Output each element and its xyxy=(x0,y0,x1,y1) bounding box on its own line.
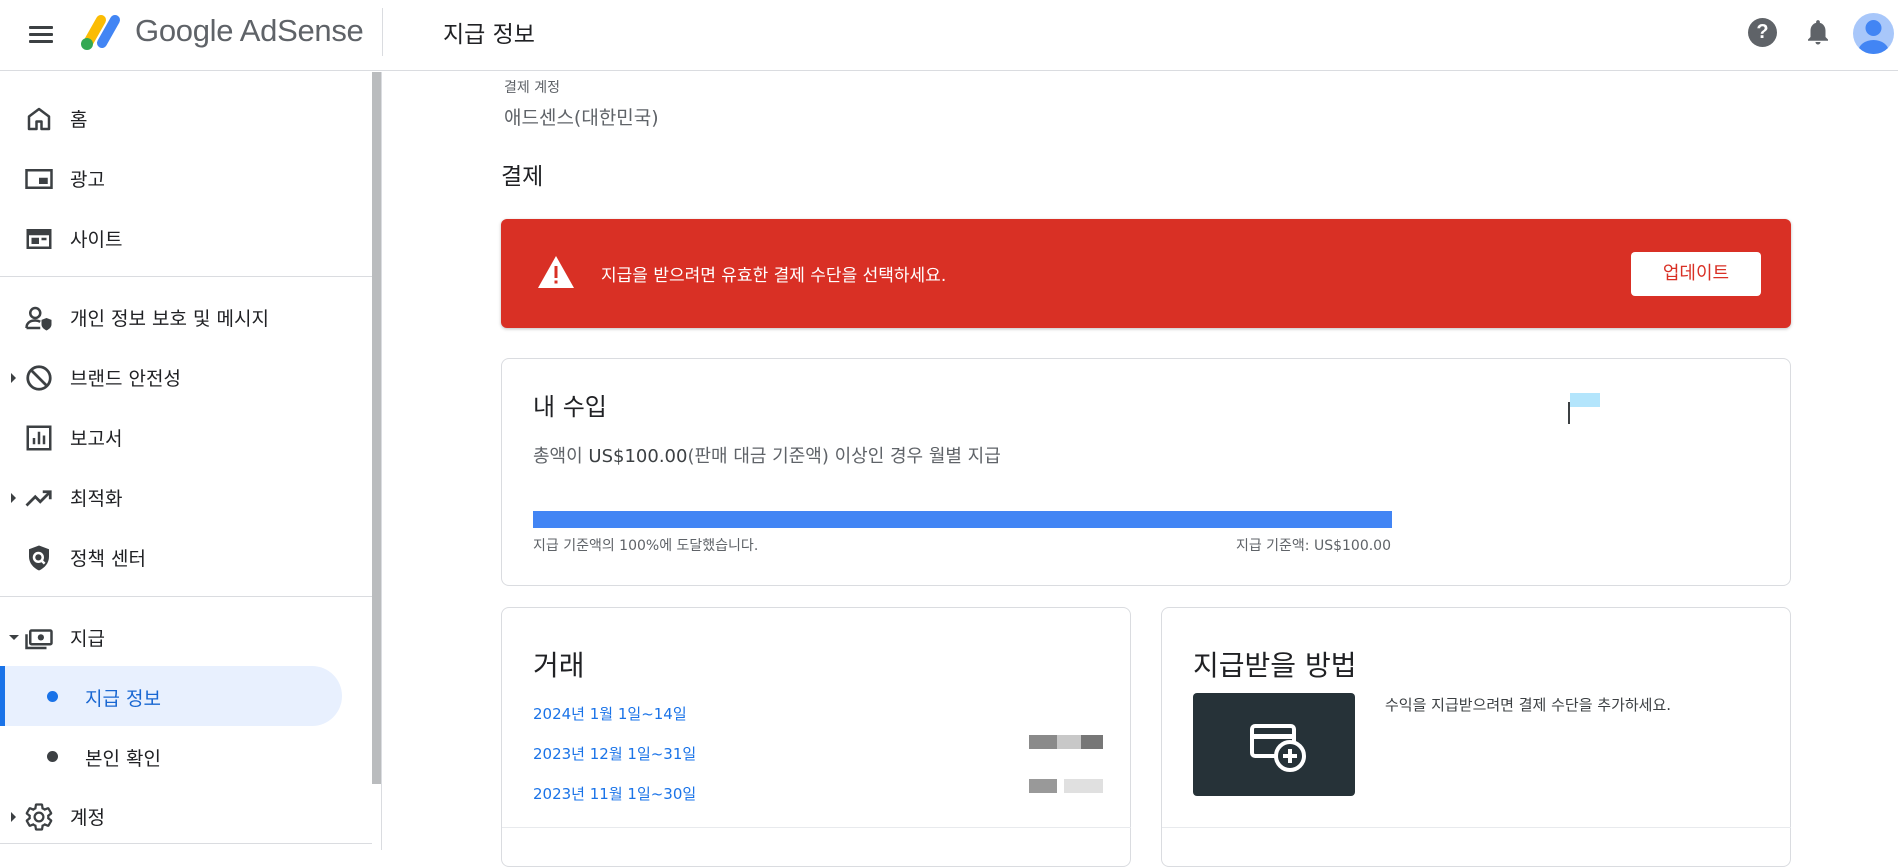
payment-threshold-text: 지급 기준액: US$100.00 xyxy=(1235,538,1391,554)
warning-icon xyxy=(538,256,574,288)
payment-method-card: 지급받을 방법 수익을 지급받으려면 결제 수단을 추가하세요. xyxy=(1161,607,1791,867)
redacted-amount xyxy=(1029,779,1103,793)
billing-account-value: 애드센스(대한민국) xyxy=(504,107,659,129)
progress-status-text: 지급 기준액의 100%에 도달했습니다. xyxy=(533,538,759,554)
sidebar-item-label: 브랜드 안전성 xyxy=(70,368,181,390)
sidebar-item-sites[interactable]: 사이트 xyxy=(0,212,372,264)
sidebar-item-label: 최적화 xyxy=(70,488,123,510)
payments-icon xyxy=(25,629,53,650)
ads-icon xyxy=(25,169,53,189)
redacted-amount xyxy=(1029,735,1103,749)
policy-shield-icon xyxy=(29,545,49,571)
sidebar-subitem-label: 지급 정보 xyxy=(85,688,161,710)
sidebar-item-label: 사이트 xyxy=(70,229,123,251)
sites-icon xyxy=(26,229,52,249)
sidebar-divider xyxy=(0,276,372,277)
payment-method-alert: 지급을 받으려면 유효한 결제 수단을 선택하세요. 업데이트 xyxy=(501,219,1791,328)
sidebar-item-privacy-messaging[interactable]: 개인 정보 보호 및 메시지 xyxy=(0,291,372,343)
menu-icon[interactable] xyxy=(26,20,56,50)
transactions-card: 거래 2024년 1월 1일~14일 2023년 12월 1일~31일 2023… xyxy=(501,607,1131,867)
sidebar-item-label: 계정 xyxy=(70,807,105,829)
top-divider xyxy=(382,8,383,56)
sidebar-divider xyxy=(0,596,372,597)
sidebar-item-ads[interactable]: 광고 xyxy=(0,152,372,204)
add-payment-method-tile[interactable] xyxy=(1193,693,1355,796)
transaction-period-link[interactable]: 2023년 11월 1일~30일 xyxy=(533,783,696,804)
sidebar-item-optimization[interactable]: 최적화 xyxy=(0,471,372,523)
threshold-progress-bar xyxy=(533,511,1392,528)
sidebar-item-label: 지급 xyxy=(70,628,105,650)
transaction-period-link[interactable]: 2024년 1월 1일~14일 xyxy=(533,703,687,724)
chevron-right-icon xyxy=(11,373,16,383)
add-card-icon xyxy=(1250,724,1306,772)
card-divider xyxy=(1162,827,1791,828)
earnings-desc-suffix: (판매 대금 기준액) 이상인 경우 월별 지급 xyxy=(687,446,1001,467)
update-button[interactable]: 업데이트 xyxy=(1631,252,1761,296)
reports-icon xyxy=(26,425,52,451)
page-title: 지급 정보 xyxy=(443,22,535,48)
sidebar-item-payments[interactable]: 지급 xyxy=(0,611,372,663)
brand-name: Google AdSense xyxy=(135,13,364,48)
earnings-title: 내 수입 xyxy=(533,393,607,421)
earnings-threshold-amount: US$100.00 xyxy=(588,446,688,467)
avatar[interactable] xyxy=(1853,13,1894,54)
home-icon xyxy=(27,107,51,131)
transactions-title: 거래 xyxy=(533,649,585,682)
sidebar-divider xyxy=(0,843,372,844)
earnings-card: 내 수입 총액이 US$100.00(판매 대금 기준액) 이상인 경우 월별 … xyxy=(501,358,1791,586)
sidebar-item-account[interactable]: 계정 xyxy=(0,790,372,842)
block-icon xyxy=(26,365,52,391)
chevron-down-icon xyxy=(9,635,19,640)
payments-section-title: 결제 xyxy=(501,164,544,190)
earnings-threshold-description: 총액이 US$100.00(판매 대금 기준액) 이상인 경우 월별 지급 xyxy=(533,442,1001,468)
sidebar-item-label: 정책 센터 xyxy=(70,548,146,570)
help-icon[interactable]: ? xyxy=(1748,18,1777,47)
sidebar-item-brand-safety[interactable]: 브랜드 안전성 xyxy=(0,351,372,403)
bullet-icon xyxy=(47,751,58,762)
adsense-logo-icon xyxy=(81,15,120,50)
card-divider xyxy=(502,827,1131,828)
alert-message: 지급을 받으려면 유효한 결제 수단을 선택하세요. xyxy=(601,266,947,286)
payment-method-description: 수익을 지급받으려면 결제 수단을 추가하세요. xyxy=(1385,696,1672,714)
sidebar-item-home[interactable]: 홈 xyxy=(0,92,372,144)
gear-icon xyxy=(25,803,53,831)
notifications-bell-icon[interactable] xyxy=(1803,17,1833,47)
sidebar-item-reports[interactable]: 보고서 xyxy=(0,411,372,463)
threshold-progress-fill xyxy=(533,511,1392,528)
person-icon xyxy=(1858,20,1889,54)
sidebar-scrollbar[interactable] xyxy=(372,72,381,784)
earnings-desc-prefix: 총액이 xyxy=(533,446,589,467)
sidebar-item-label: 광고 xyxy=(70,169,105,191)
chevron-right-icon xyxy=(11,493,16,503)
chevron-right-icon xyxy=(11,812,16,822)
trending-up-icon xyxy=(25,490,52,507)
top-app-bar: Google AdSense 지급 정보 ? xyxy=(0,0,1898,71)
sidebar: 홈 광고 사이트 개인 정보 보호 및 메시지 브랜드 안전성 보고서 최적화 … xyxy=(0,72,382,850)
bullet-icon xyxy=(47,691,58,702)
chart-cursor-line xyxy=(1568,402,1570,424)
transaction-period-link[interactable]: 2023년 12월 1일~31일 xyxy=(533,743,696,764)
sidebar-subitem-label: 본인 확인 xyxy=(85,748,161,770)
billing-account-label: 결제 계정 xyxy=(504,80,560,96)
privacy-messaging-icon xyxy=(25,306,52,331)
sidebar-subitem-verification[interactable]: 본인 확인 xyxy=(0,726,342,786)
sidebar-item-policy-center[interactable]: 정책 센터 xyxy=(0,531,372,583)
chart-marker xyxy=(1570,393,1600,407)
sidebar-item-label: 홈 xyxy=(70,109,88,131)
payment-method-title: 지급받을 방법 xyxy=(1193,649,1357,682)
sidebar-subitem-payments-info[interactable]: 지급 정보 xyxy=(0,666,342,726)
sidebar-item-label: 개인 정보 보호 및 메시지 xyxy=(70,308,269,330)
sidebar-item-label: 보고서 xyxy=(70,428,123,450)
